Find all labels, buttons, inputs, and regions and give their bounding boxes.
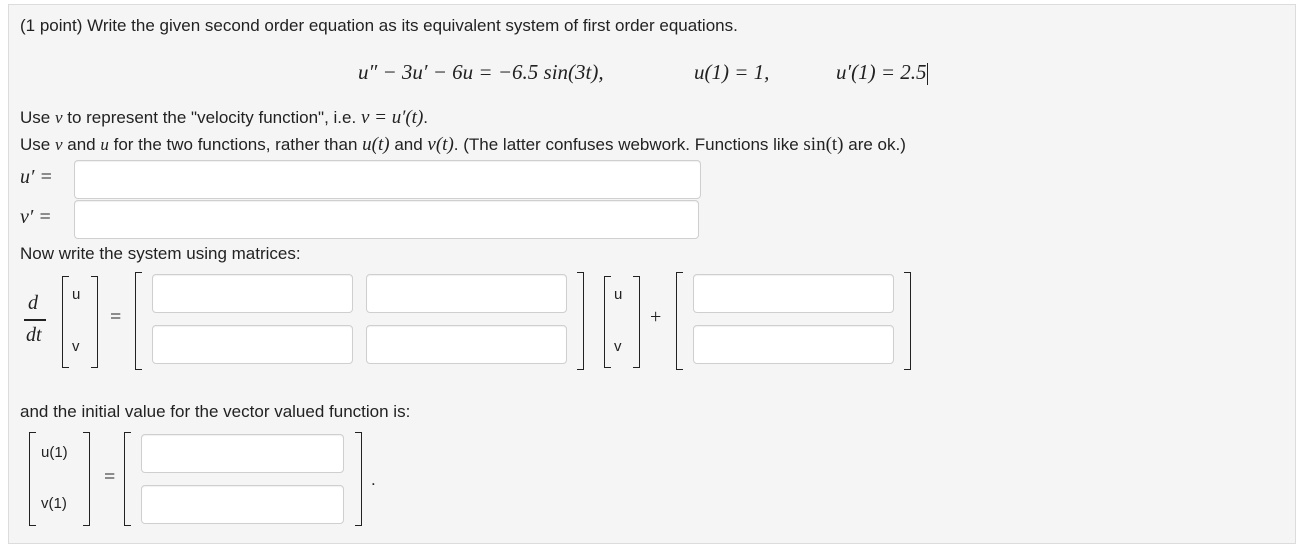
instr1-math: v = u′(t) [360, 107, 424, 128]
vector-left-bracket [62, 276, 69, 368]
vector-right-bracket [91, 276, 98, 368]
instr1-text: to represent the "velocity function", i.… [67, 108, 357, 127]
instr2-text2: . (The latter confuses webwork. Function… [453, 135, 799, 154]
initial-entries-right-bracket [355, 432, 362, 526]
instr2-use: Use [20, 135, 51, 154]
matrix-left-bracket [135, 272, 142, 370]
vector-u-label: u [72, 286, 81, 303]
plus-sign: + [650, 306, 662, 328]
instr2-and2: and [394, 135, 423, 154]
initial-equals-sign: = [104, 466, 116, 488]
initial-condition-2: u′(1) = 2.5 [836, 60, 928, 86]
instr2-and: and [67, 135, 96, 154]
text-cursor [926, 63, 928, 86]
matrix-entry-22[interactable] [366, 325, 567, 364]
forcing-entry-2[interactable] [693, 325, 894, 364]
vector2-left-bracket [604, 276, 611, 368]
instr1-use: Use [20, 108, 51, 127]
vector2-v-label: v [614, 338, 622, 355]
instr1-var: v [54, 108, 63, 127]
instr2-v: v [54, 135, 63, 154]
initial-prompt: and the initial value for the vector val… [20, 402, 411, 421]
matrix-entry-12[interactable] [366, 274, 567, 313]
forcing-left-bracket [676, 272, 683, 370]
instr2-vt: v(t) [427, 134, 454, 155]
problem-intro: (1 point) Write the given second order e… [20, 16, 738, 35]
equals-sign: = [110, 306, 122, 328]
instr2-u: u [100, 135, 109, 154]
derivative-d: d [28, 292, 38, 314]
matrix-right-bracket [577, 272, 584, 370]
vprime-label: v′ = [20, 206, 52, 228]
forcing-entry-1[interactable] [693, 274, 894, 313]
uprime-input[interactable] [74, 160, 701, 199]
derivative-dt: dt [26, 324, 42, 346]
vector-v-label: v [72, 338, 80, 355]
matrix-prompt: Now write the system using matrices: [20, 244, 301, 263]
uprime-label: u′ = [20, 166, 53, 188]
instr2-text: for the two functions, rather than [113, 135, 358, 154]
initial-condition-1: u(1) = 1, [694, 60, 770, 84]
instruction-line-1: Use v to represent the "velocity functio… [20, 108, 428, 128]
vector2-u-label: u [614, 286, 623, 303]
initial-vector-left-bracket [29, 432, 36, 526]
instruction-line-2: Use v and u for the two functions, rathe… [20, 135, 906, 155]
initial-vector-right-bracket [83, 432, 90, 526]
initial-v1-label: v(1) [41, 495, 67, 512]
vector2-right-bracket [633, 276, 640, 368]
instr2-sin: sin(t) [803, 134, 844, 155]
matrix-entry-21[interactable] [152, 325, 353, 364]
initial-condition-2-text: u′(1) = 2.5 [836, 60, 927, 84]
instr1-end: . [423, 108, 429, 127]
instr2-end: are ok.) [848, 135, 906, 154]
initial-entry-u1[interactable] [141, 434, 344, 473]
forcing-right-bracket [904, 272, 911, 370]
instr2-ut: u(t) [362, 134, 390, 155]
initial-entry-v1[interactable] [141, 485, 344, 524]
initial-period: . [371, 470, 376, 489]
initial-u1-label: u(1) [41, 444, 68, 461]
vprime-input[interactable] [74, 200, 699, 239]
derivative-fraction-bar [24, 319, 46, 321]
matrix-entry-11[interactable] [152, 274, 353, 313]
main-equation: u″ − 3u′ − 6u = −6.5 sin(3t), [358, 60, 604, 84]
initial-entries-left-bracket [124, 432, 131, 526]
